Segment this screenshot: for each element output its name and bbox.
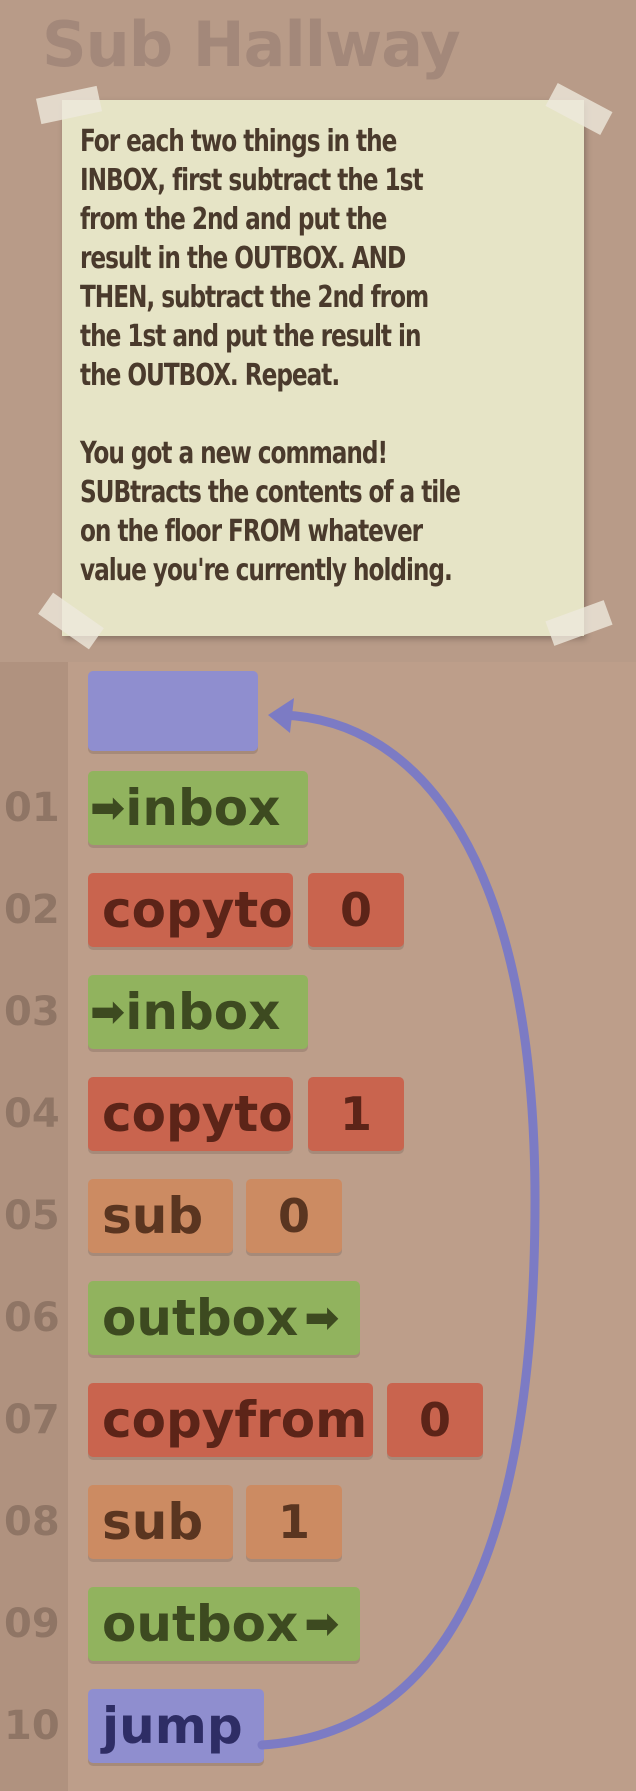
jump-arrow bbox=[257, 698, 540, 1750]
